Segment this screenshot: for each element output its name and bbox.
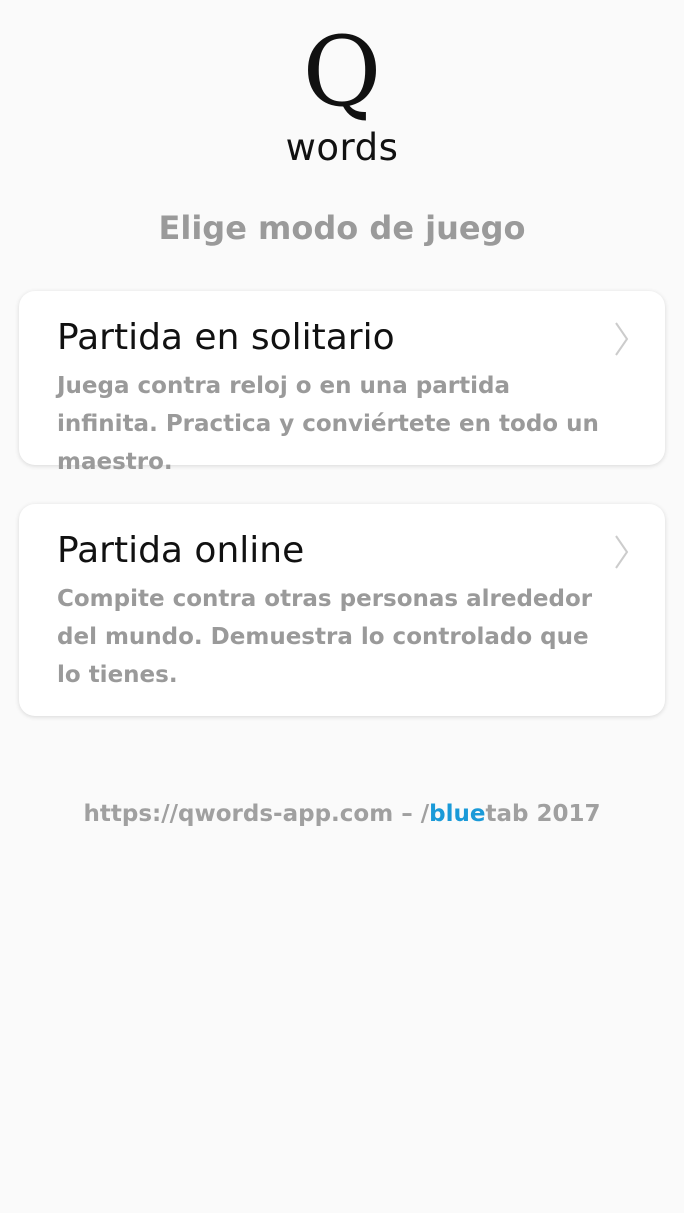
mode-description: Juega contra reloj o en una partida infi… (57, 373, 599, 475)
mode-title: Partida en solitario (57, 317, 395, 358)
brand-name-highlight: blue (429, 801, 486, 827)
mode-card-solo[interactable]: Partida en solitario Juega contra reloj … (19, 291, 665, 475)
app-logo: Q words (0, 22, 684, 168)
chevron-right-icon (615, 322, 629, 356)
mode-title: Partida online (57, 530, 305, 571)
mode-card-online[interactable]: Partida online Compite contra otras pers… (19, 504, 665, 716)
logo-word: words (285, 126, 399, 169)
footer-year: 2017 (528, 801, 601, 827)
logo-letter: Q (302, 16, 382, 128)
brand-name-rest: tab (485, 801, 529, 827)
mode-description: Compite contra otras personas alrededor … (57, 586, 593, 688)
page-subtitle: Elige modo de juego (158, 209, 526, 247)
footer: https://qwords-app.com – /bluetab 2017 (0, 798, 684, 830)
chevron-right-icon (615, 535, 629, 569)
footer-url-link[interactable]: https://qwords-app.com (84, 801, 394, 827)
footer-separator: – / (393, 801, 430, 827)
